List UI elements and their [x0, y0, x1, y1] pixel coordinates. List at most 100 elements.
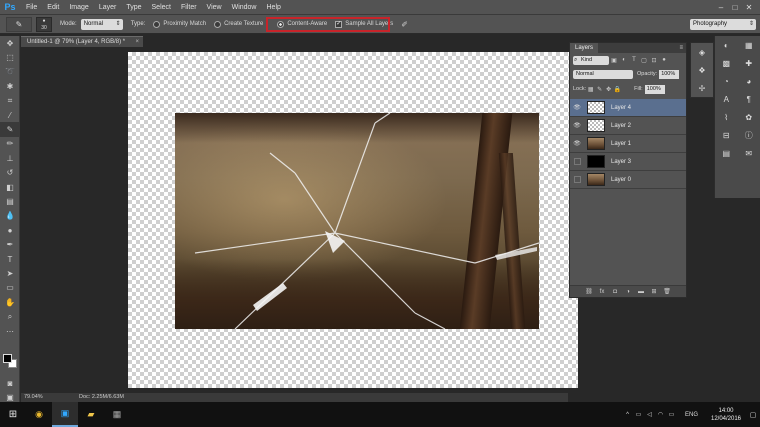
adjustment-layer-icon[interactable]: ◑ [622, 289, 635, 295]
layer-row-layer-4[interactable]: 👁 Layer 4 [570, 99, 686, 117]
adjustments-panel-icon[interactable]: ▩ [715, 54, 738, 72]
type-filter-icon[interactable]: T [629, 57, 639, 63]
lock-pixels-icon[interactable]: ✎ [595, 86, 604, 93]
lock-transparency-icon[interactable]: ▦ [586, 86, 595, 93]
navigator-panel-icon[interactable]: ◕ [738, 72, 760, 90]
link-layers-icon[interactable]: ⛓ [583, 288, 596, 295]
info-panel-icon[interactable]: ⓘ [738, 126, 760, 144]
layer-row-layer-0[interactable]: Layer 0 [570, 171, 686, 189]
layer-row-layer-3[interactable]: Layer 3 [570, 153, 686, 171]
paragraph-panel-icon[interactable]: ¶ [738, 90, 760, 108]
menu-window[interactable]: Window [232, 0, 257, 15]
file-explorer-icon[interactable]: ▰ [78, 402, 104, 427]
menu-filter[interactable]: Filter [181, 0, 197, 15]
visibility-off-icon[interactable] [570, 176, 584, 183]
document-tab[interactable]: Untitled-1 @ 79% (Layer 4, RGB/8) * × [21, 36, 143, 47]
message-icon[interactable]: ▭ [666, 411, 677, 418]
dodge-tool-icon[interactable]: ● [0, 223, 20, 237]
panel-menu-icon[interactable]: ≡ [679, 43, 683, 53]
pressure-size-icon[interactable]: ✐ [401, 20, 408, 29]
wifi-icon[interactable]: ◠ [655, 411, 666, 418]
blend-mode-select[interactable]: Normal [573, 69, 633, 79]
eyedropper-tool-icon[interactable]: ⁄ [0, 108, 20, 122]
brush-size-picker[interactable]: ● 30 [36, 16, 52, 32]
visibility-eye-icon[interactable]: 👁 [570, 122, 584, 129]
channels-panel-icon[interactable]: ❖ [691, 61, 713, 79]
windows-start-icon[interactable]: ⊞ [0, 402, 26, 427]
new-layer-icon[interactable]: ⊞ [648, 288, 661, 295]
lock-all-icon[interactable]: 🔒 [613, 86, 622, 93]
close-button[interactable]: ✕ [742, 3, 756, 12]
notifications-icon[interactable]: ▢ [746, 411, 760, 419]
clock[interactable]: 14:00 12/04/2016 [706, 407, 746, 423]
pen-tool-icon[interactable]: ✒ [0, 237, 20, 251]
pixel-filter-icon[interactable]: ▣ [609, 57, 619, 64]
document-size[interactable]: Doc: 2.25M/6.63M [79, 393, 124, 402]
adjustment-filter-icon[interactable]: ◐ [619, 57, 629, 63]
more-tools-icon[interactable]: ⋯ [0, 324, 20, 338]
menu-select[interactable]: Select [152, 0, 171, 15]
chevron-up-icon[interactable]: ^ [622, 412, 633, 418]
workspace-select[interactable]: Photography [690, 19, 756, 30]
properties-panel-icon[interactable]: ⊟ [715, 126, 738, 144]
foreground-color-swatch[interactable] [3, 354, 12, 363]
blur-tool-icon[interactable]: 💧 [0, 209, 20, 223]
swatches-panel-icon[interactable]: ▦ [738, 36, 760, 54]
lasso-tool-icon[interactable]: ➰ [0, 65, 20, 79]
shape-tool-icon[interactable]: ▭ [0, 281, 20, 295]
layer-style-icon[interactable]: fx [596, 289, 609, 295]
maximize-button[interactable]: □ [728, 3, 742, 12]
crop-tool-icon[interactable]: ⌗ [0, 94, 20, 108]
history-brush-tool-icon[interactable]: ↺ [0, 166, 20, 180]
quick-select-tool-icon[interactable]: ✱ [0, 79, 20, 93]
delete-layer-icon[interactable]: 🗑 [661, 288, 674, 295]
add-mask-icon[interactable]: ◘ [609, 289, 622, 295]
radio-create-texture[interactable]: Create Texture [214, 20, 263, 28]
fill-field[interactable]: 100% [644, 84, 665, 94]
menu-edit[interactable]: Edit [47, 0, 59, 15]
styles-panel-icon[interactable]: ✚ [738, 54, 760, 72]
visibility-eye-icon[interactable]: 👁 [570, 140, 584, 147]
new-group-icon[interactable]: ▬ [635, 289, 648, 295]
menu-type[interactable]: Type [126, 0, 141, 15]
type-tool-icon[interactable]: T [0, 252, 20, 266]
clone-source-icon[interactable]: ✿ [738, 108, 760, 126]
radio-proximity-match[interactable]: Proximity Match [153, 20, 206, 28]
layers-tab[interactable]: Layers [570, 43, 599, 53]
hand-tool-icon[interactable]: ✋ [0, 295, 20, 309]
histogram-panel-icon[interactable]: ◔ [715, 72, 738, 90]
smart-object-filter-icon[interactable]: ⊡ [649, 57, 659, 64]
paths-panel-icon[interactable]: ✢ [691, 79, 713, 97]
chrome-app-icon[interactable]: ◉ [26, 402, 52, 427]
lock-position-icon[interactable]: ✥ [604, 86, 613, 93]
zoom-level[interactable]: 79.04% [21, 393, 45, 402]
notes-panel-icon[interactable]: ✉ [738, 144, 760, 162]
brush-tool-icon[interactable]: ✏ [0, 137, 20, 151]
clone-stamp-tool-icon[interactable]: ⊥ [0, 151, 20, 165]
minimize-button[interactable]: – [714, 3, 728, 12]
visibility-eye-icon[interactable]: 👁 [570, 104, 584, 111]
shape-filter-icon[interactable]: ▢ [639, 57, 649, 64]
zoom-tool-icon[interactable]: ⌕ [0, 309, 20, 323]
menu-image[interactable]: Image [69, 0, 88, 15]
marquee-tool-icon[interactable]: ⬚ [0, 50, 20, 64]
character-panel-icon[interactable]: A [715, 90, 738, 108]
photoshop-app-icon[interactable]: ▣ [52, 402, 78, 427]
filter-kind-select[interactable]: Kind [573, 55, 609, 65]
path-select-tool-icon[interactable]: ➤ [0, 266, 20, 280]
history-panel-icon[interactable]: ▤ [715, 144, 738, 162]
language-indicator[interactable]: ENG [685, 412, 698, 418]
spot-healing-brush-icon[interactable]: ✎ [6, 16, 32, 32]
layer-row-layer-1[interactable]: 👁 Layer 1 [570, 135, 686, 153]
eraser-tool-icon[interactable]: ◧ [0, 180, 20, 194]
gradient-tool-icon[interactable]: ▤ [0, 194, 20, 208]
mode-select[interactable]: Normal [80, 18, 123, 30]
layer-row-layer-2[interactable]: 👁 Layer 2 [570, 117, 686, 135]
network-icon[interactable]: ▭ [633, 411, 644, 418]
visibility-off-icon[interactable] [570, 158, 584, 165]
quick-mask-icon[interactable]: ◙ [0, 376, 20, 390]
menu-file[interactable]: File [26, 0, 37, 15]
menu-help[interactable]: Help [267, 0, 281, 15]
filter-toggle-icon[interactable]: ● [659, 57, 669, 63]
menu-view[interactable]: View [207, 0, 222, 15]
